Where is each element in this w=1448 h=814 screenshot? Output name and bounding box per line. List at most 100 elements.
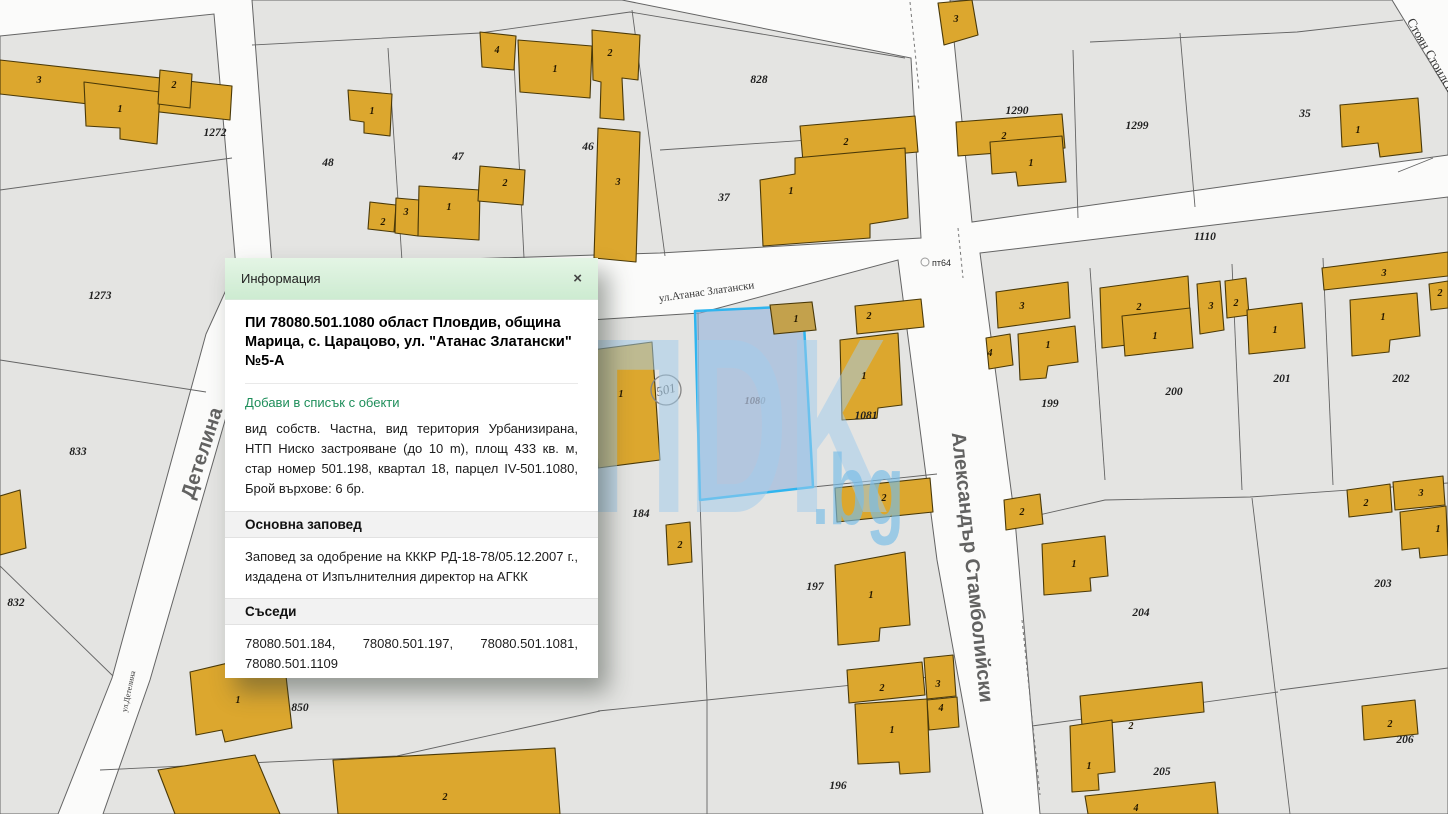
building-label: 1 <box>1087 761 1092 772</box>
building-label: 1 <box>1273 325 1278 336</box>
parcel-label-1081: 1081 <box>855 410 878 422</box>
building-label: 1 <box>1046 340 1051 351</box>
building-label: 3 <box>1019 301 1025 312</box>
building-label: 2 <box>442 792 448 803</box>
building-label: 4 <box>987 348 993 359</box>
building-label: 4 <box>938 703 944 714</box>
building-label: 1 <box>370 106 375 117</box>
building-label: 2 <box>843 137 849 148</box>
parcel-label-850: 850 <box>291 702 309 714</box>
building-label: 2 <box>607 48 613 59</box>
street-label: ул.Детелина <box>120 670 138 713</box>
building-label: 1 <box>794 314 799 325</box>
parcel-label-828: 828 <box>750 74 768 86</box>
parcel-label-48: 48 <box>321 157 334 169</box>
building-label: 3 <box>36 75 42 86</box>
parcel-label-1110: 1110 <box>1194 231 1216 243</box>
section-heading-order: Основна заповед <box>225 511 598 538</box>
building <box>1347 484 1392 517</box>
building-label: 1 <box>1029 158 1034 169</box>
building-label: 1 <box>118 104 123 115</box>
add-to-list-link[interactable]: Добави в списък с обекти <box>245 395 578 410</box>
building-label: 3 <box>953 14 959 25</box>
info-panel-header: Информация × <box>225 258 598 300</box>
building-label: 2 <box>677 540 683 551</box>
parcel-label-1272: 1272 <box>204 127 227 139</box>
building-label: 2 <box>1128 721 1134 732</box>
cadastral-map[interactable]: 1080 501 пт64 ПDK .bg 127212738338324847… <box>0 0 1448 814</box>
building-label: 1 <box>1356 125 1361 136</box>
building-label: 2 <box>380 217 386 228</box>
watermark: ПDK .bg <box>588 286 904 565</box>
building-label: 1 <box>890 725 895 736</box>
building <box>924 655 956 699</box>
survey-point-label: пт64 <box>932 258 951 268</box>
building-label: 3 <box>403 207 409 218</box>
building-label: 1 <box>619 389 624 400</box>
parcel-label-205: 205 <box>1152 766 1171 778</box>
parcel-label-832: 832 <box>7 597 25 609</box>
info-panel: Информация × ПИ 78080.501.1080 област Пл… <box>225 258 598 678</box>
building-label: 2 <box>1001 131 1007 142</box>
close-icon[interactable]: × <box>573 271 582 286</box>
section-heading-neighbors: Съседи <box>225 598 598 625</box>
parcel-label-204: 204 <box>1131 607 1150 619</box>
parcel-label-196: 196 <box>829 780 847 792</box>
parcel-label-46: 46 <box>581 141 594 153</box>
parcel-label-197: 197 <box>806 581 825 593</box>
parcel-label-206: 206 <box>1395 734 1414 746</box>
building-label: 2 <box>879 683 885 694</box>
building <box>594 128 640 262</box>
building-label: 2 <box>1233 298 1239 309</box>
parcel-label-47: 47 <box>451 151 465 163</box>
building-label: 1 <box>1153 331 1158 342</box>
building-label: 3 <box>1381 268 1387 279</box>
building-label: 1 <box>236 695 241 706</box>
section-text-neighbors: 78080.501.184, 78080.501.197, 78080.501.… <box>245 634 578 674</box>
building <box>1122 308 1193 356</box>
parcel-label-202: 202 <box>1391 373 1410 385</box>
parcel-label-1299: 1299 <box>1126 120 1149 132</box>
parcel-label-35: 35 <box>1298 108 1311 120</box>
building-label: 2 <box>171 80 177 91</box>
info-panel-title: Информация <box>241 271 321 286</box>
building-label: 2 <box>502 178 508 189</box>
building-label: 1 <box>862 371 867 382</box>
parcel-label-201: 201 <box>1272 373 1290 385</box>
building-label: 1 <box>553 64 558 75</box>
building-label: 1 <box>1436 524 1441 535</box>
building-label: 4 <box>494 45 500 56</box>
building-label: 1 <box>869 590 874 601</box>
building-label: 1 <box>447 202 452 213</box>
building-label: 2 <box>1136 302 1142 313</box>
building-label: 1 <box>789 186 794 197</box>
survey-point-marker: пт64 <box>921 258 951 268</box>
building-label: 3 <box>935 679 941 690</box>
parcel-label-1273: 1273 <box>89 290 112 302</box>
building-label: 2 <box>1363 498 1369 509</box>
building-label: 3 <box>1418 488 1424 499</box>
parcel-title: ПИ 78080.501.1080 област Пловдив, община… <box>245 314 578 384</box>
building-label: 2 <box>881 493 887 504</box>
building-label: 4 <box>1133 803 1139 814</box>
building-label: 2 <box>1437 288 1443 299</box>
info-panel-body: ПИ 78080.501.1080 област Пловдив, община… <box>225 300 598 674</box>
building <box>333 748 560 814</box>
building-label: 1 <box>1381 312 1386 323</box>
section-text-order: Заповед за одобрение на КККР РД-18-78/05… <box>245 547 578 587</box>
building-label: 3 <box>1208 301 1214 312</box>
parcel-description: вид собств. Частна, вид територия Урбани… <box>245 419 578 499</box>
watermark-suffix: .bg <box>812 434 904 546</box>
parcel-label-184: 184 <box>632 508 650 520</box>
building <box>478 166 525 205</box>
parcel-label-833: 833 <box>69 446 87 458</box>
building-label: 3 <box>615 177 621 188</box>
building <box>418 186 480 240</box>
parcel-label-37: 37 <box>717 192 731 204</box>
building-label: 1 <box>1072 559 1077 570</box>
parcel-label-199: 199 <box>1041 398 1059 410</box>
parcel-label-203: 203 <box>1373 578 1392 590</box>
building-label: 2 <box>866 311 872 322</box>
building-label: 2 <box>1019 507 1025 518</box>
building <box>855 699 930 774</box>
